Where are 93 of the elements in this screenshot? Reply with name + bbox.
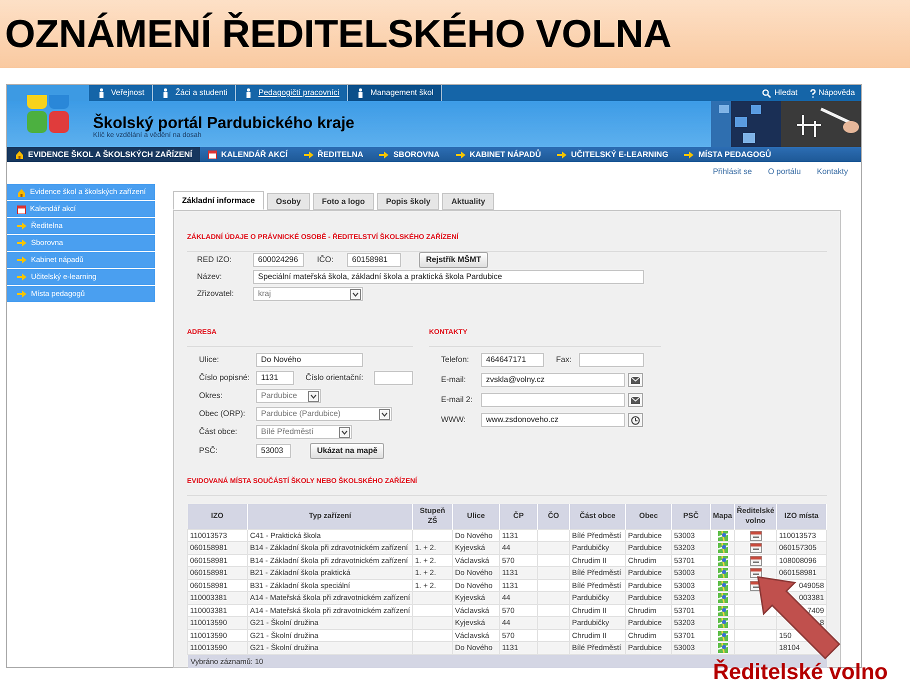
email-button[interactable] <box>628 393 643 407</box>
dropdown[interactable]: kraj <box>253 287 363 301</box>
field-label: Číslo popisné: <box>199 372 251 384</box>
dropdown[interactable]: Bílé Předměstí <box>256 425 352 439</box>
help-icon <box>810 88 816 98</box>
map-link[interactable] <box>718 593 728 604</box>
map-link[interactable] <box>718 543 728 554</box>
menu-item[interactable]: MÍSTA PEDAGOGŮ <box>676 147 780 162</box>
field-label: Část obce: <box>199 426 238 438</box>
field-label: Okres: <box>199 390 224 402</box>
nav-tab[interactable]: Management škol <box>348 85 442 101</box>
person-icon <box>161 88 170 98</box>
field-label: Obec (ORP): <box>199 408 246 420</box>
field-label: Ulice: <box>199 354 220 366</box>
field-label: Zřizovatel: <box>197 288 235 300</box>
text-field[interactable] <box>374 371 413 385</box>
leave-link[interactable] <box>750 568 762 578</box>
dropdown[interactable]: Pardubice (Pardubice) <box>256 407 392 421</box>
leave-link[interactable] <box>750 556 762 566</box>
menu-item[interactable]: UČITELSKÝ E-LEARNING <box>548 147 676 162</box>
field-label: E-mail 2: <box>441 394 474 406</box>
map-link[interactable] <box>718 530 728 541</box>
menu-item[interactable]: ŘEDITELNA <box>296 147 372 162</box>
map-link[interactable] <box>718 630 728 641</box>
caret-icon <box>308 390 319 402</box>
field-label: WWW: <box>441 414 467 426</box>
tab[interactable]: Foto a logo <box>312 193 374 210</box>
text-field[interactable]: zvskla@volny.cz <box>481 373 625 387</box>
map-link[interactable] <box>718 580 728 591</box>
text-field[interactable]: 600024296 <box>253 253 304 267</box>
envelope-icon <box>631 396 640 404</box>
envelope-icon <box>631 376 640 384</box>
utility-link[interactable]: Hledat <box>756 85 804 101</box>
text-field[interactable] <box>481 393 625 407</box>
slide-title: OZNÁMENÍ ŘEDITELSKÉHO VOLNA <box>5 14 672 54</box>
field-label: IČO: <box>317 254 334 266</box>
person-icon <box>356 88 366 98</box>
button[interactable]: Ukázat na mapě <box>310 443 384 459</box>
map-link[interactable] <box>718 568 728 578</box>
leave-link[interactable] <box>750 543 762 554</box>
leave-link[interactable] <box>750 530 762 541</box>
text-field[interactable]: Do Nového <box>256 353 363 367</box>
person-icon <box>244 88 254 98</box>
tab[interactable]: Popis školy <box>376 193 440 210</box>
text-field[interactable]: www.zsdonoveho.cz <box>481 413 625 427</box>
dropdown[interactable]: Pardubice <box>256 389 321 403</box>
caret-icon <box>339 426 350 438</box>
field-label: Název: <box>197 271 223 283</box>
text-field[interactable]: 1131 <box>256 371 294 385</box>
text-field[interactable]: Speciální mateřská škola, základní škola a praktická škola Pardubice <box>253 270 644 284</box>
map-link[interactable] <box>718 643 728 654</box>
arrow-icon <box>556 150 567 158</box>
portal-title: Školský portál Pardubického kraje <box>93 115 354 132</box>
text-field[interactable] <box>579 353 644 367</box>
map-link[interactable] <box>718 618 728 628</box>
caret-icon <box>350 288 361 300</box>
header-link[interactable]: Přihlásit se <box>712 166 752 178</box>
tab[interactable]: Aktuality <box>442 193 494 210</box>
search-icon <box>762 88 772 98</box>
field-label: E-mail: <box>441 374 467 386</box>
person-icon <box>97 88 106 98</box>
tab[interactable]: Osoby <box>266 193 310 210</box>
header-link[interactable]: Kontakty <box>816 166 848 178</box>
caret-icon <box>379 408 390 420</box>
text-field[interactable]: 60158981 <box>347 253 401 267</box>
house-icon <box>17 188 26 196</box>
clock-icon <box>631 416 640 424</box>
open-link-button[interactable] <box>628 413 643 427</box>
email-button[interactable] <box>628 373 643 387</box>
field-label: Číslo orientační: <box>306 372 364 384</box>
calendar-icon <box>208 150 218 159</box>
field-label: Fax: <box>556 354 573 366</box>
house-icon <box>15 150 24 159</box>
menu-item[interactable]: KABINET NÁPADŮ <box>448 147 549 162</box>
arrow-icon <box>456 150 466 158</box>
map-link[interactable] <box>718 556 728 566</box>
text-field[interactable]: 53003 <box>256 444 291 458</box>
field-label: Telefon: <box>441 354 470 366</box>
header-link[interactable]: O portálu <box>768 166 801 178</box>
arrow-icon <box>304 150 314 158</box>
arrow-icon <box>684 150 694 158</box>
menu-item[interactable]: KALENDÁŘ AKCÍ <box>200 147 296 162</box>
button[interactable]: Rejstřík MŠMT <box>419 252 488 268</box>
calendar-icon <box>17 204 26 214</box>
field-label: PSČ: <box>199 445 219 457</box>
menu-item[interactable]: SBOROVNA <box>371 147 448 162</box>
arrow-icon <box>379 150 390 158</box>
tab[interactable]: Základní informace <box>173 191 264 210</box>
menu-item[interactable]: EVIDENCE ŠKOL A ŠKOLSKÝCH ZAŘÍZENÍ <box>7 147 200 162</box>
utility-link[interactable]: Nápověda <box>804 85 861 101</box>
field-label: RED IZO: <box>197 254 233 266</box>
map-link[interactable] <box>718 606 728 616</box>
text-field[interactable]: 464647171 <box>481 353 544 367</box>
